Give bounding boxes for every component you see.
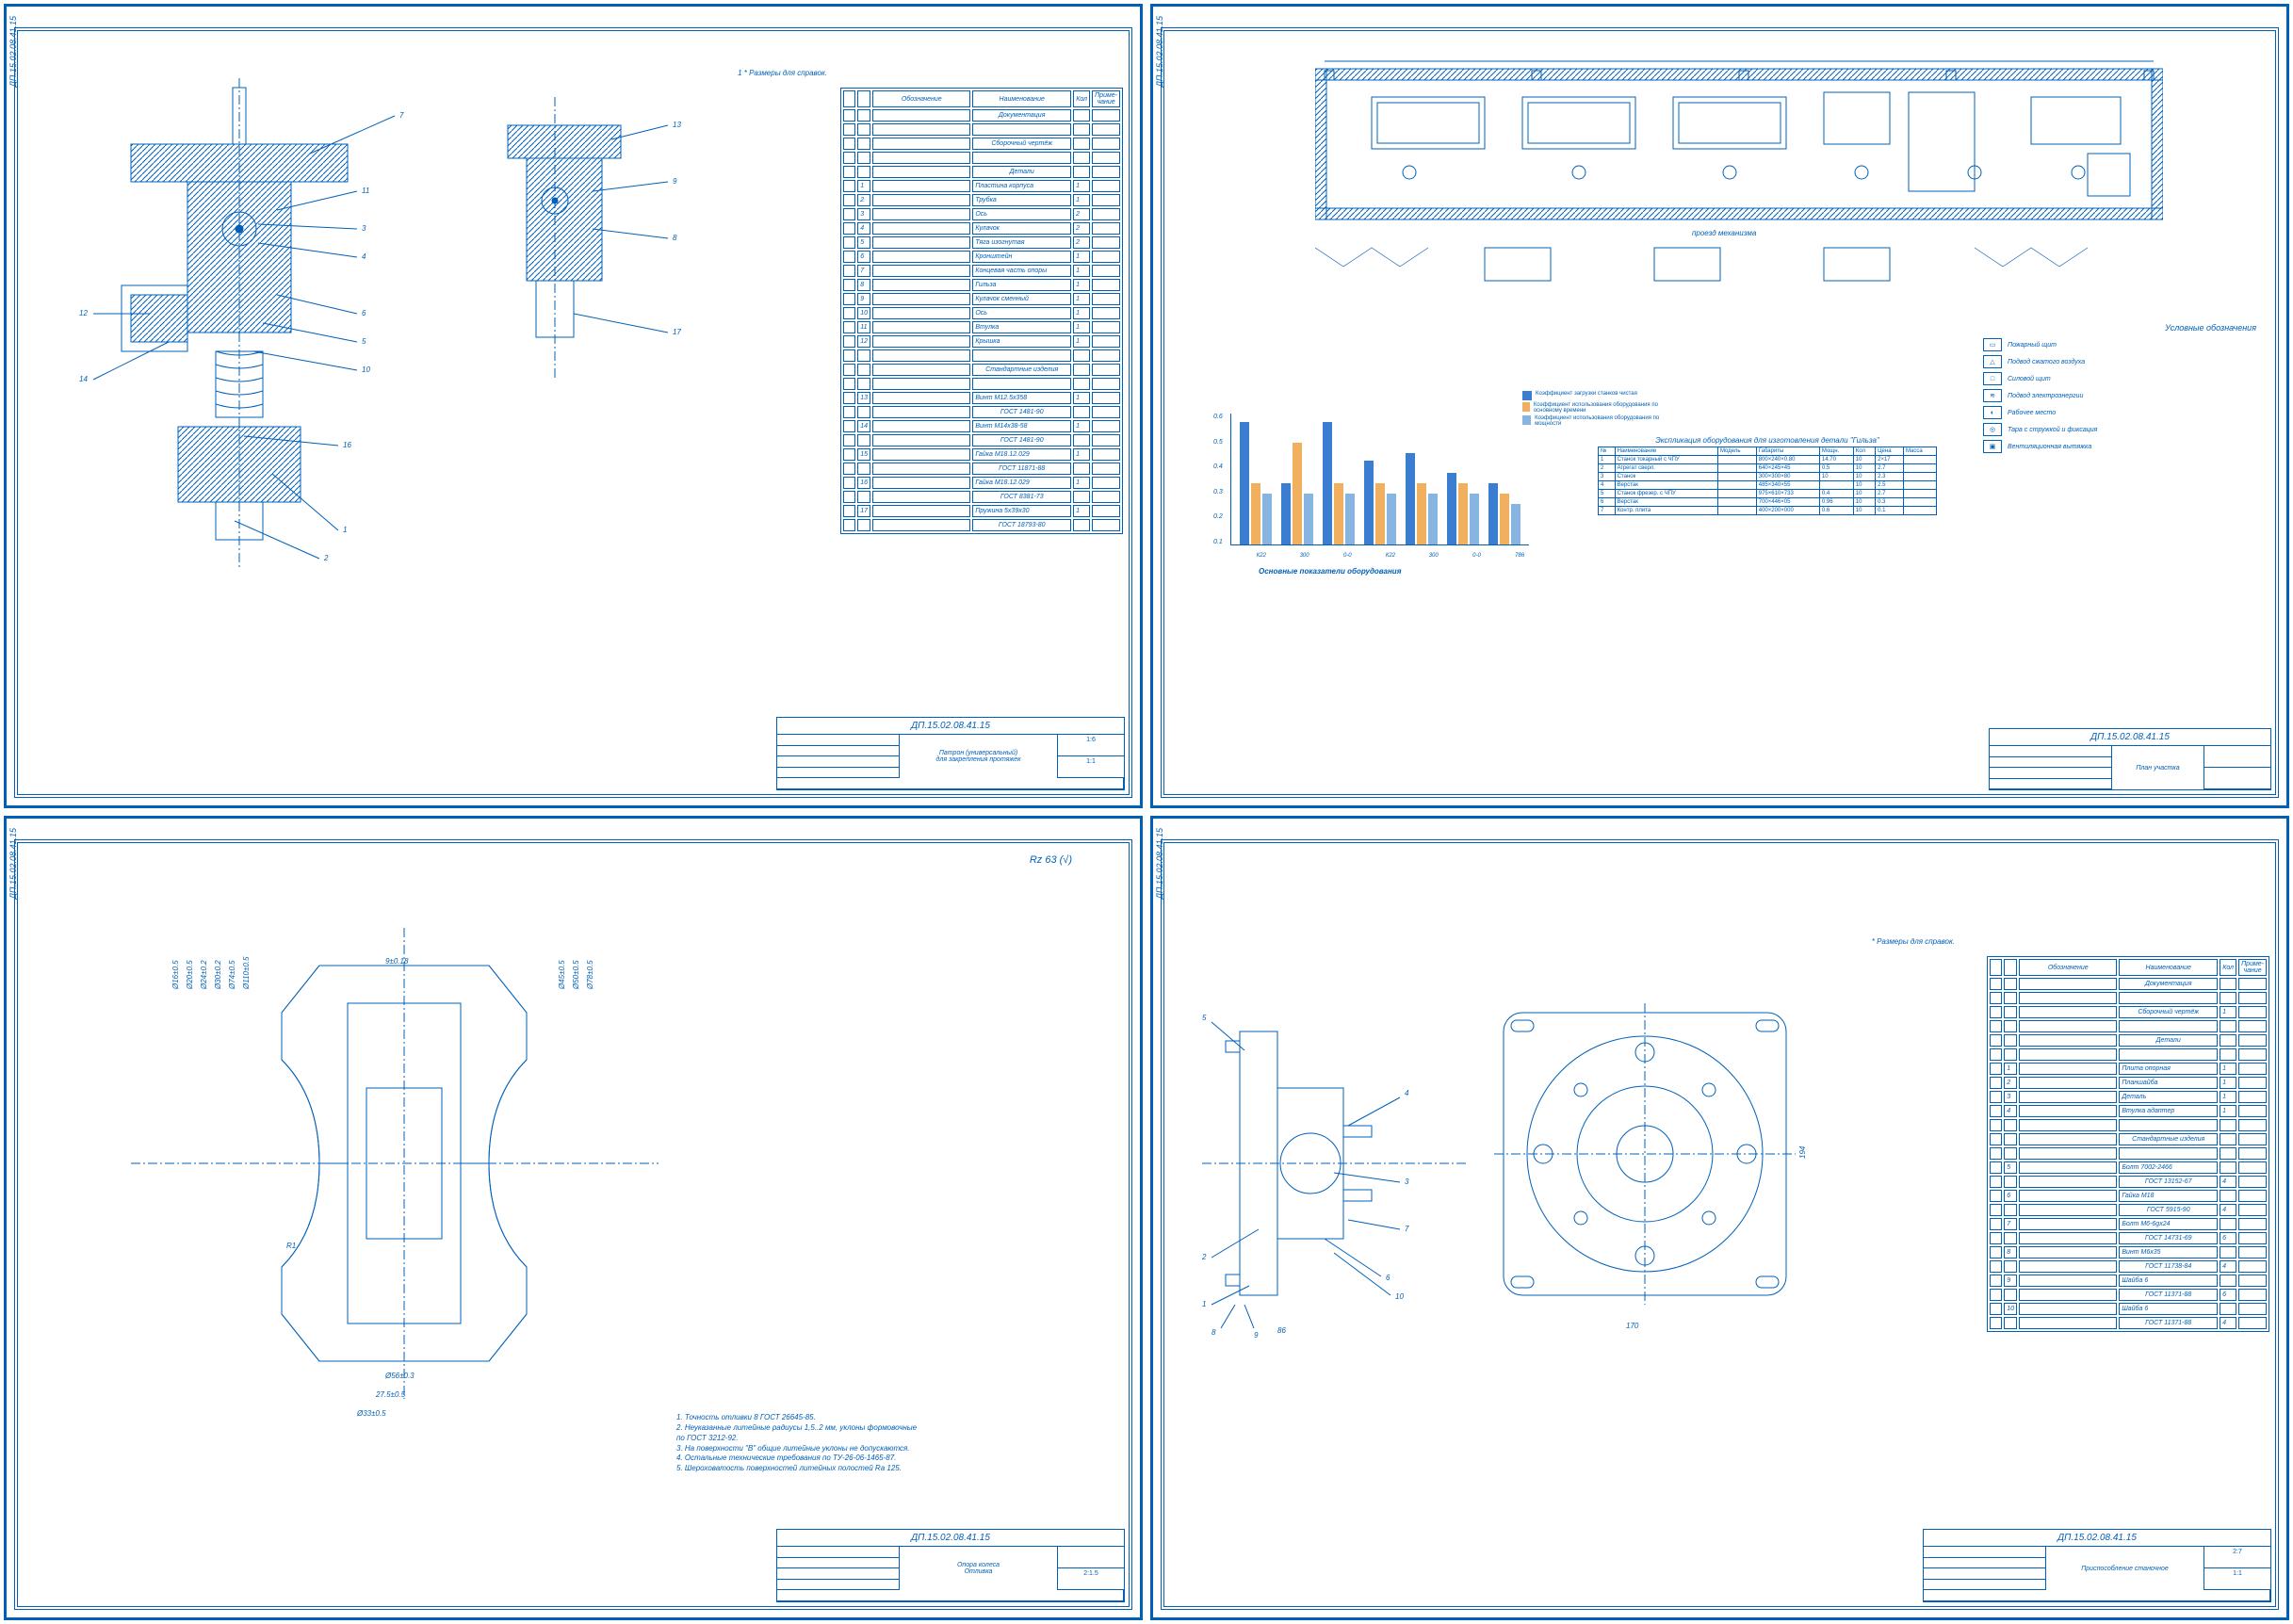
svg-text:3: 3 <box>362 224 366 233</box>
svg-text:14: 14 <box>79 375 88 383</box>
svg-text:4800: 4800 <box>2041 59 2057 61</box>
drawing-casting: Ø16±0.5 Ø20±0.5 Ø24±0.2 Ø30±0.2 Ø74±0.5 … <box>131 900 659 1427</box>
svg-text:9: 9 <box>1254 1331 1259 1340</box>
svg-text:Ø20±0.5: Ø20±0.5 <box>186 960 194 990</box>
equipment-table: Экспликация оборудования для изготовлени… <box>1598 436 1937 515</box>
svg-text:11: 11 <box>362 187 369 195</box>
svg-text:Ø16±0.5: Ø16±0.5 <box>171 960 180 990</box>
svg-text:6: 6 <box>362 309 366 317</box>
svg-text:13: 13 <box>673 121 681 129</box>
svg-text:86: 86 <box>1277 1326 1286 1335</box>
title-block-bl: ДП.15.02.08.41.15 Опора колеса Отливка 2… <box>776 1529 1125 1602</box>
svg-text:проезд механизма: проезд механизма <box>1692 229 1757 237</box>
svg-text:Ø45±0.5: Ø45±0.5 <box>558 960 566 990</box>
svg-text:2: 2 <box>1202 1253 1207 1261</box>
svg-text:7: 7 <box>399 111 404 120</box>
symbol-legend: Условные обозначения ▭Пожарный щит△Подво… <box>1983 323 2256 457</box>
drawing-title: План участка <box>2136 765 2179 771</box>
title-block-tr: ДП.15.02.08.41.15 План участка <box>1989 728 2271 790</box>
svg-text:4800: 4800 <box>1626 59 1643 61</box>
svg-text:9±0.18: 9±0.18 <box>385 957 409 966</box>
svg-text:1: 1 <box>1202 1300 1206 1308</box>
svg-text:8: 8 <box>1212 1328 1216 1337</box>
svg-text:Ø50±0.5: Ø50±0.5 <box>572 960 580 990</box>
roughness-symbol: Rz 63 (√) <box>1030 854 1072 866</box>
drawing-title: Патрон (универсальный) <box>939 750 1017 756</box>
svg-text:170: 170 <box>1626 1322 1639 1330</box>
svg-text:2: 2 <box>323 554 329 562</box>
sheet-top-right: ДП.15.02.08.41.15 4800480048004800 <box>1150 4 2289 808</box>
svg-text:Ø56±0.3: Ø56±0.3 <box>384 1372 415 1380</box>
drawing-fixture-section: 5 4 3 2 1 8 9 6 7 10 86 <box>1202 984 1466 1342</box>
sheet-bottom-right: ДП.15.02.08.41.15 * Размеры для справок.… <box>1150 816 2289 1620</box>
svg-text:10: 10 <box>362 365 370 374</box>
svg-text:Ø33±0.5: Ø33±0.5 <box>356 1409 386 1418</box>
svg-text:Ø24±0.2: Ø24±0.2 <box>200 960 208 990</box>
drawing-chuck-main: 7 11 3 4 6 5 10 1 16 2 12 14 <box>74 78 480 568</box>
svg-text:10: 10 <box>1395 1292 1404 1301</box>
svg-text:5: 5 <box>1202 1014 1207 1022</box>
svg-text:8: 8 <box>673 234 677 242</box>
spec-table-br: Обозначение Наименование Кол Приме-чание… <box>1987 956 2269 1332</box>
svg-text:7: 7 <box>1405 1225 1409 1233</box>
drawing-fixture-front: 170 194 <box>1475 984 1814 1342</box>
drawing-chuck-detail: 13 9 8 17 <box>489 97 706 380</box>
equipment-chart: 0.10.20.30.40.50.6 К223000-0К223000-0786… <box>1230 361 1541 549</box>
svg-text:3: 3 <box>1405 1177 1409 1186</box>
note-sizes-ref: 1 * Размеры для справок. <box>738 69 827 77</box>
svg-text:4: 4 <box>362 252 366 261</box>
svg-text:Ø30±0.2: Ø30±0.2 <box>214 960 222 990</box>
svg-text:194: 194 <box>1798 1145 1807 1159</box>
title-block-tl: ДП.15.02.08.41.15 Патрон (универсальный)… <box>776 717 1125 790</box>
tech-requirements: 1. Точность отливки 8 ГОСТ 26645-85.2. Н… <box>676 1413 1072 1474</box>
svg-text:4800: 4800 <box>1833 59 1850 61</box>
svg-text:Ø110±0.5: Ø110±0.5 <box>242 956 251 990</box>
svg-text:5: 5 <box>362 337 366 346</box>
title-block-br: ДП.15.02.08.41.15 Приспособление станочн… <box>1923 1529 2271 1602</box>
svg-text:R1: R1 <box>286 1242 296 1250</box>
sheet-bottom-left: ДП.15.02.08.41.15 Rz 63 (√) Ø16±0.5 Ø20±… <box>4 816 1143 1620</box>
svg-text:Ø78±0.5: Ø78±0.5 <box>586 960 594 990</box>
svg-text:16: 16 <box>343 441 351 449</box>
sheet-top-left: ДП.15.02.08.41.15 1 * Размеры для справо… <box>4 4 1143 808</box>
svg-text:27.5±0.5: 27.5±0.5 <box>375 1390 406 1399</box>
svg-text:Ø74±0.5: Ø74±0.5 <box>228 960 236 990</box>
svg-text:6: 6 <box>1386 1274 1390 1282</box>
svg-text:12: 12 <box>79 309 88 317</box>
floor-plan: 4800 4800 4800 4800 проезд механизма <box>1315 59 2163 304</box>
svg-text:17: 17 <box>673 328 681 336</box>
page-grid: ДП.15.02.08.41.15 1 * Размеры для справо… <box>0 0 2293 1624</box>
svg-text:4800: 4800 <box>1419 59 1436 61</box>
spec-table-tl: Обозначение Наименование Кол Приме-чание… <box>840 88 1123 534</box>
drawing-subtitle: для закрепления протяжек <box>936 756 1021 763</box>
svg-text:1: 1 <box>343 526 347 534</box>
svg-text:9: 9 <box>673 177 677 186</box>
svg-text:4: 4 <box>1405 1089 1409 1097</box>
